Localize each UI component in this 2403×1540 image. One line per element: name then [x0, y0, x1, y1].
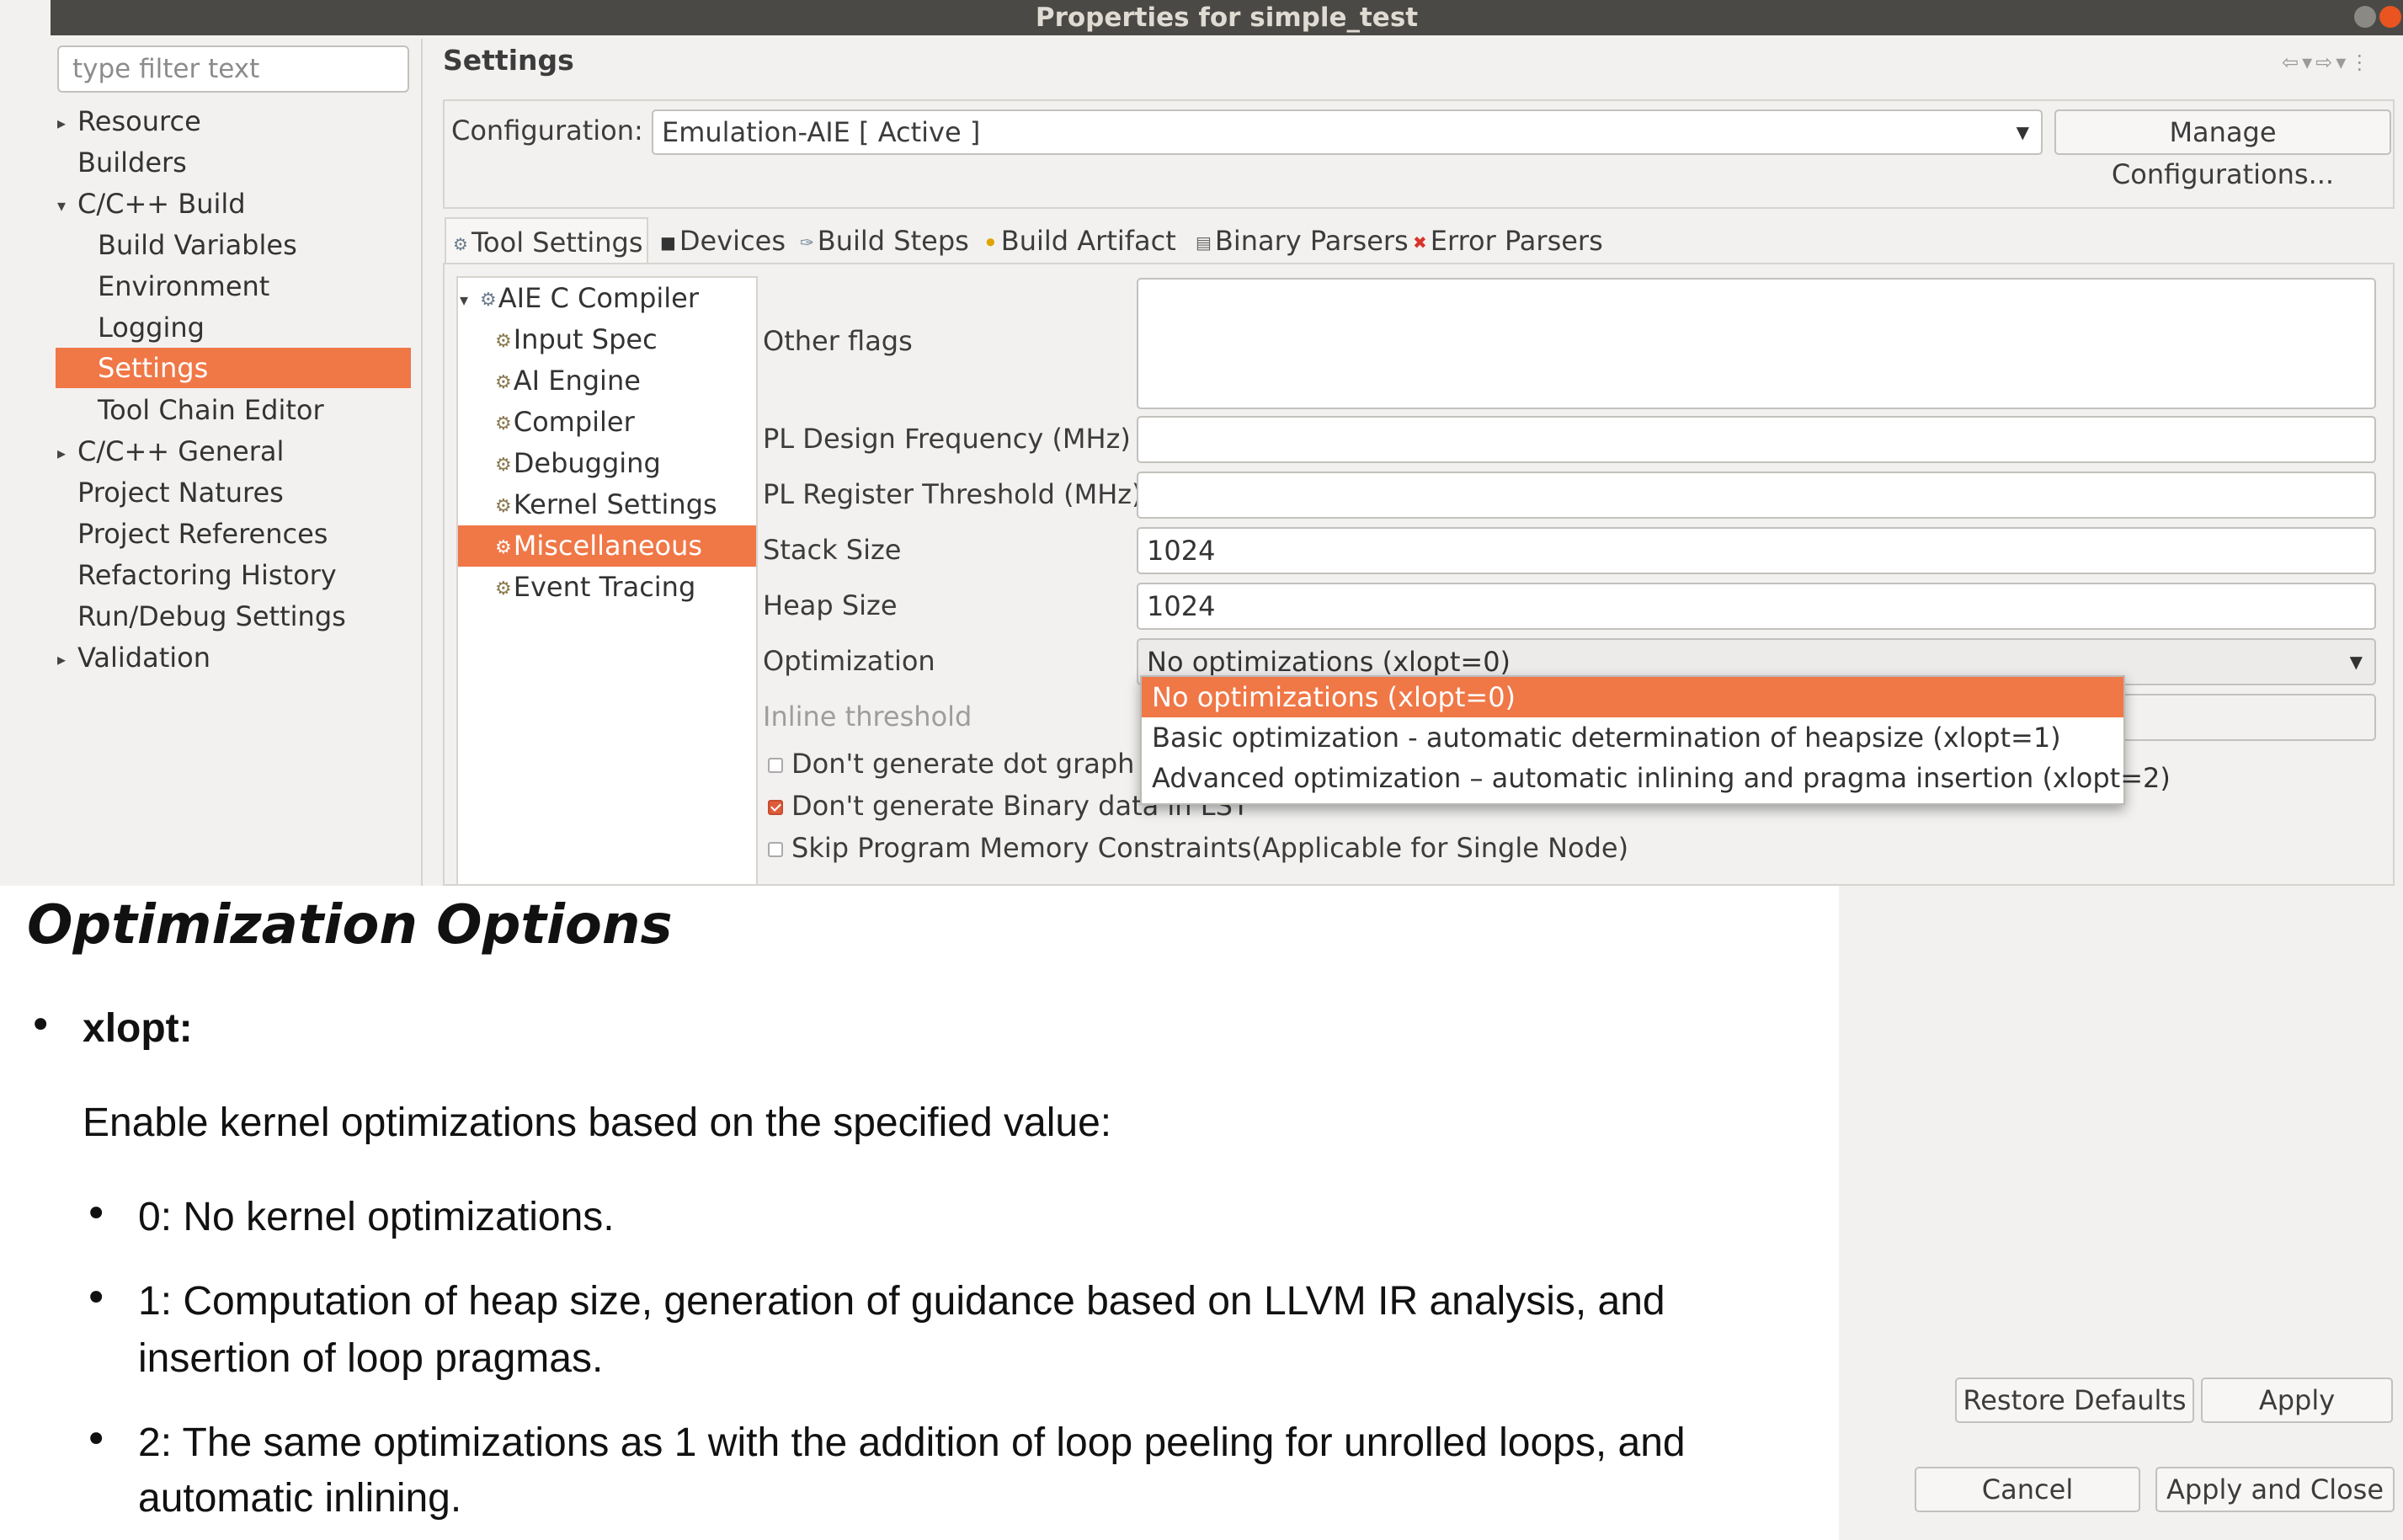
sidebar-item-builders[interactable]: Builders: [77, 142, 187, 183]
filter-input[interactable]: type filter text: [57, 45, 409, 93]
chevron-right-icon[interactable]: ▸: [57, 103, 77, 143]
dropdown-option-xlopt0[interactable]: No optimizations (xlopt=0): [1142, 677, 2123, 717]
dot-graph-checkbox[interactable]: Don't generate dot graph fi: [768, 748, 1160, 780]
sidebar-item-refactoring-history[interactable]: Refactoring History: [77, 555, 337, 595]
binary-icon: ▤: [1196, 232, 1212, 253]
tab-devices[interactable]: ■ Devices: [653, 217, 792, 264]
configuration-label: Configuration:: [451, 115, 643, 147]
checkbox-unchecked-icon[interactable]: [768, 758, 783, 773]
manage-configurations-button[interactable]: Manage Configurations...: [2054, 109, 2391, 190]
optimization-dropdown-menu: No optimizations (xlopt=0) Basic optimiz…: [1140, 675, 2171, 805]
heap-size-label: Heap Size: [763, 589, 898, 621]
chevron-right-icon[interactable]: ▸: [57, 433, 77, 473]
sidebar-item-cpp-general[interactable]: ▸ C/C++ General: [57, 431, 411, 472]
sidebar-item-validation[interactable]: ▸ Validation: [57, 637, 411, 678]
gear-icon: ⚙: [495, 330, 512, 352]
pl-register-input[interactable]: [1137, 472, 2376, 519]
skip-pm-constraints-checkbox[interactable]: Skip Program Memory Constraints(Applicab…: [768, 832, 1628, 864]
tab-build-artifact[interactable]: ⚫ Build Artifact: [977, 217, 1183, 264]
checkbox-unchecked-icon[interactable]: [768, 842, 783, 857]
apply-and-close-button[interactable]: Apply and Close: [2155, 1467, 2395, 1512]
doc-bullet-2-line2: automatic inlining.: [138, 1476, 462, 1521]
other-flags-label: Other flags: [763, 325, 913, 357]
tree-item-input-spec[interactable]: ⚙Input Spec: [495, 319, 658, 360]
history-nav-icon[interactable]: ⇦▾⇨▾⋮: [2282, 51, 2373, 74]
gear-icon: ⚙: [495, 413, 512, 434]
sidebar-item-project-references[interactable]: Project References: [77, 514, 328, 554]
gear-icon: ⚙: [480, 289, 497, 311]
doc-intro: Enable kernel optimizations based on the…: [83, 1100, 1112, 1145]
doc-bullet-1-line2: insertion of loop pragmas.: [138, 1336, 604, 1381]
cancel-button[interactable]: Cancel: [1915, 1467, 2140, 1512]
chip-icon: ■: [660, 232, 676, 253]
error-icon: ✖: [1413, 232, 1427, 253]
artifact-icon: ⚫: [983, 232, 998, 253]
gear-icon: ⚙: [495, 495, 512, 517]
inline-threshold-input[interactable]: [2122, 694, 2376, 741]
tab-binary-parsers[interactable]: ▤ Binary Parsers: [1189, 217, 1415, 264]
chevron-down-icon[interactable]: ▾: [460, 280, 480, 321]
gear-icon: ⚙: [453, 234, 468, 254]
sidebar-item-resource[interactable]: ▸ Resource: [57, 101, 411, 141]
chevron-down-icon: ▼: [2349, 652, 2363, 672]
close-icon[interactable]: [2379, 6, 2401, 28]
sidebar-item-tool-chain-editor[interactable]: Tool Chain Editor: [98, 390, 324, 430]
tab-error-parsers[interactable]: ✖ Error Parsers: [1406, 217, 1610, 264]
bullet-icon: •: [84, 1191, 109, 1238]
sidebar-item-run-debug-settings[interactable]: Run/Debug Settings: [77, 596, 346, 637]
tree-item-miscellaneous[interactable]: ⚙Miscellaneous: [458, 525, 756, 567]
restore-defaults-button[interactable]: Restore Defaults: [1955, 1377, 2194, 1423]
stack-size-input[interactable]: 1024: [1137, 527, 2376, 574]
gear-icon: ⚙: [495, 371, 512, 393]
pl-register-label: PL Register Threshold (MHz): [763, 478, 1143, 510]
window-titlebar: Properties for simple_test: [51, 0, 2403, 35]
tree-item-compiler[interactable]: ⚙Compiler: [495, 402, 635, 443]
tab-tool-settings[interactable]: ⚙ Tool Settings: [445, 217, 648, 264]
gear-icon: ⚙: [495, 578, 512, 599]
tree-item-debugging[interactable]: ⚙Debugging: [495, 443, 661, 484]
sidebar-item-logging[interactable]: Logging: [98, 307, 205, 348]
dropdown-option-xlopt1[interactable]: Basic optimization - automatic determina…: [1142, 717, 2123, 758]
heap-size-input[interactable]: 1024: [1137, 583, 2376, 630]
chevron-down-icon: ▼: [2016, 122, 2029, 142]
tree-item-aie-c-compiler[interactable]: ▾ ⚙AIE C Compiler: [460, 278, 699, 319]
wrench-icon: ✑: [800, 232, 814, 253]
sidebar-item-cpp-build[interactable]: ▾ C/C++ Build: [57, 184, 411, 224]
tab-build-steps[interactable]: ✑ Build Steps: [793, 217, 976, 264]
chevron-right-icon[interactable]: ▸: [57, 639, 77, 679]
window-title: Properties for simple_test: [1035, 3, 1419, 33]
page-title: Settings: [443, 44, 574, 77]
maximize-icon[interactable]: [2354, 6, 2376, 28]
doc-bullet-2-line1: 2: The same optimizations as 1 with the …: [138, 1420, 1686, 1465]
gear-icon: ⚙: [495, 536, 512, 558]
dropdown-option-xlopt2[interactable]: Advanced optimization – automatic inlini…: [1142, 758, 2171, 798]
sidebar-divider[interactable]: [421, 39, 423, 889]
bullet-icon: •: [29, 1002, 53, 1049]
doc-bullet-1-line1: 1: Computation of heap size, generation …: [138, 1279, 1665, 1324]
inline-threshold-label: Inline threshold: [763, 701, 972, 733]
doc-item-xlopt: xlopt:: [83, 1006, 193, 1051]
sidebar-item-build-variables[interactable]: Build Variables: [98, 225, 297, 265]
tree-item-event-tracing[interactable]: ⚙Event Tracing: [495, 567, 695, 608]
pl-frequency-label: PL Design Frequency (MHz): [763, 423, 1131, 455]
other-flags-textarea[interactable]: [1137, 278, 2376, 409]
configuration-select[interactable]: Emulation-AIE [ Active ] ▼: [652, 109, 2043, 155]
optimization-label: Optimization: [763, 645, 935, 677]
apply-button[interactable]: Apply: [2201, 1377, 2393, 1423]
chevron-down-icon[interactable]: ▾: [57, 185, 77, 226]
sidebar-item-project-natures[interactable]: Project Natures: [77, 472, 284, 513]
gear-icon: ⚙: [495, 454, 512, 476]
doc-bullet-0: 0: No kernel optimizations.: [138, 1195, 615, 1239]
bullet-icon: •: [84, 1416, 109, 1463]
sidebar-item-environment[interactable]: Environment: [98, 266, 269, 306]
tree-item-kernel-settings[interactable]: ⚙Kernel Settings: [495, 484, 717, 525]
tree-item-ai-engine[interactable]: ⚙AI Engine: [495, 360, 641, 402]
sidebar-item-settings[interactable]: Settings: [56, 348, 411, 388]
checkbox-checked-icon[interactable]: [768, 800, 783, 815]
bullet-icon: •: [84, 1275, 109, 1322]
stack-size-label: Stack Size: [763, 534, 902, 566]
pl-frequency-input[interactable]: [1137, 416, 2376, 463]
doc-title: Optimization Options: [27, 894, 673, 957]
